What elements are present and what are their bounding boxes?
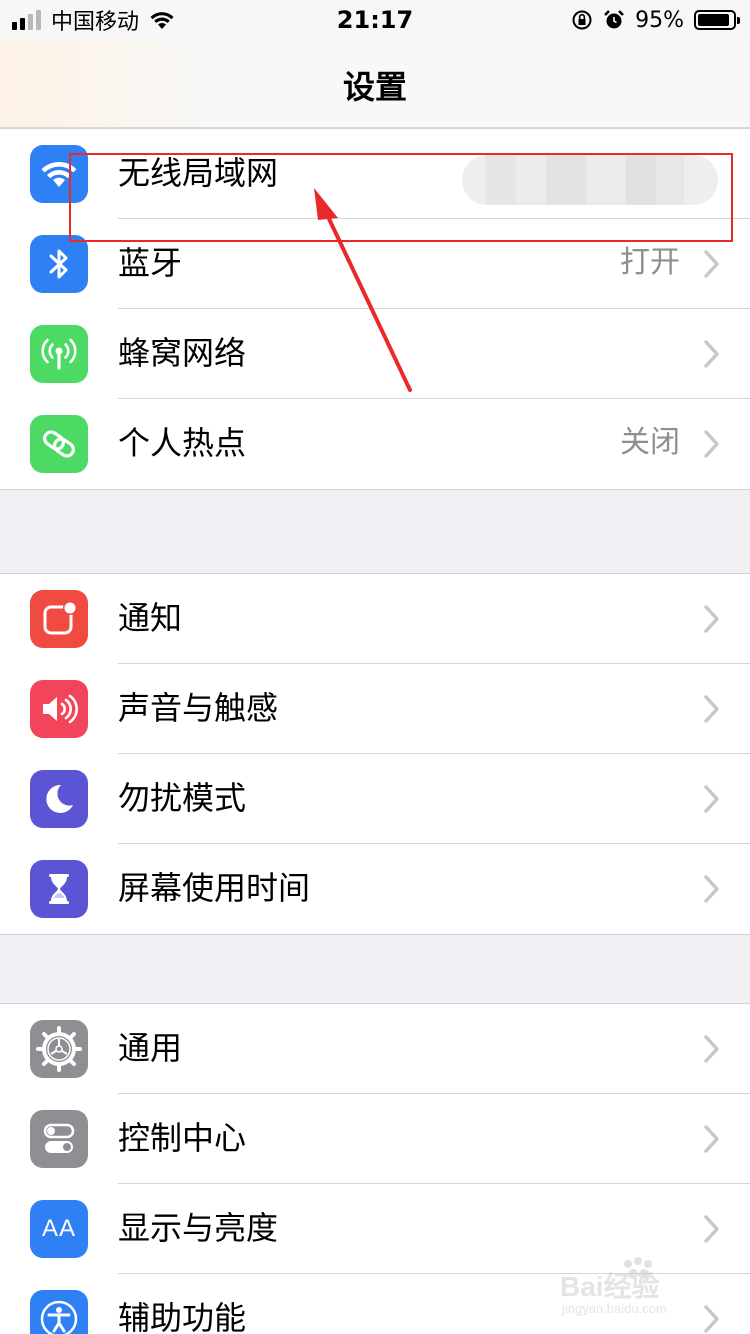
settings-row-screen-time[interactable]: 屏幕使用时间 xyxy=(0,844,750,934)
navigation-bar: 设置 xyxy=(0,40,750,128)
alarm-icon xyxy=(604,10,624,29)
chevron-right-icon xyxy=(704,250,719,278)
baidu-jingyan-watermark: Bai经验 jingyan.baidu.com xyxy=(560,1257,667,1316)
battery-percent: 95% xyxy=(635,7,684,33)
settings-row-label: 蓝牙 xyxy=(118,244,183,282)
gear-icon xyxy=(30,1020,88,1078)
settings-row-label: 通知 xyxy=(118,599,183,637)
hourglass-icon xyxy=(30,860,88,918)
settings-row-sounds[interactable]: 声音与触感 xyxy=(0,664,750,754)
accessibility-icon xyxy=(30,1290,88,1334)
chevron-right-icon xyxy=(704,340,719,368)
settings-row-label: 勿扰模式 xyxy=(118,779,247,817)
settings-row-label: 辅助功能 xyxy=(118,1299,247,1334)
settings-row-label: 控制中心 xyxy=(118,1119,247,1157)
settings-row-label: 通用 xyxy=(118,1029,183,1067)
chain-link-icon xyxy=(30,415,88,473)
page-title: 设置 xyxy=(342,68,407,106)
settings-row-bluetooth[interactable]: 蓝牙 打开 xyxy=(0,219,750,309)
settings-row-cellular[interactable]: 蜂窝网络 xyxy=(0,309,750,399)
chevron-right-icon xyxy=(704,605,719,633)
settings-group-connectivity: 无线局域网 蓝牙 打开 蜂窝网络 个人热点 关闭 xyxy=(0,128,750,490)
chevron-right-icon xyxy=(704,430,719,458)
chevron-right-icon xyxy=(704,695,719,723)
settings-row-notifications[interactable]: 通知 xyxy=(0,574,750,664)
speaker-icon xyxy=(30,680,88,738)
chevron-right-icon xyxy=(704,1035,719,1063)
settings-group-notifications: 通知 声音与触感 勿扰模式 屏幕使用时间 xyxy=(0,573,750,935)
settings-row-do-not-disturb[interactable]: 勿扰模式 xyxy=(0,754,750,844)
text-size-glyph: AA xyxy=(41,1215,76,1242)
settings-row-label: 无线局域网 xyxy=(118,154,279,192)
settings-row-label: 屏幕使用时间 xyxy=(118,869,311,907)
blurred-network-name xyxy=(462,155,718,205)
toggles-icon xyxy=(30,1110,88,1168)
settings-row-hotspot[interactable]: 个人热点 关闭 xyxy=(0,399,750,489)
settings-row-label: 蜂窝网络 xyxy=(118,334,247,372)
settings-row-value: 关闭 xyxy=(620,425,680,460)
chevron-right-icon xyxy=(704,1125,719,1153)
chevron-right-icon xyxy=(704,1215,719,1243)
settings-row-value: 打开 xyxy=(620,245,680,280)
status-bar: 中国移动 21:17 95% xyxy=(0,0,750,40)
chevron-right-icon xyxy=(704,875,719,903)
text-size-icon: AA xyxy=(30,1200,88,1258)
orientation-lock-icon xyxy=(572,10,592,30)
settings-row-label: 声音与触感 xyxy=(118,689,279,727)
bluetooth-icon xyxy=(30,235,88,293)
watermark-text: Bai经验 xyxy=(560,1270,660,1302)
status-right: 95% xyxy=(571,6,740,34)
moon-icon xyxy=(30,770,88,828)
watermark-subtext: jingyan.baidu.com xyxy=(561,1301,667,1316)
notification-icon xyxy=(30,590,88,648)
settings-row-general[interactable]: 通用 xyxy=(0,1004,750,1094)
settings-row-wifi[interactable]: 无线局域网 xyxy=(0,129,750,219)
settings-row-control-center[interactable]: 控制中心 xyxy=(0,1094,750,1184)
wifi-icon xyxy=(30,145,88,203)
settings-row-label: 显示与亮度 xyxy=(118,1209,279,1247)
antenna-icon xyxy=(30,325,88,383)
settings-row-label: 个人热点 xyxy=(118,424,247,462)
chevron-right-icon xyxy=(704,785,719,813)
battery-icon xyxy=(694,10,740,30)
